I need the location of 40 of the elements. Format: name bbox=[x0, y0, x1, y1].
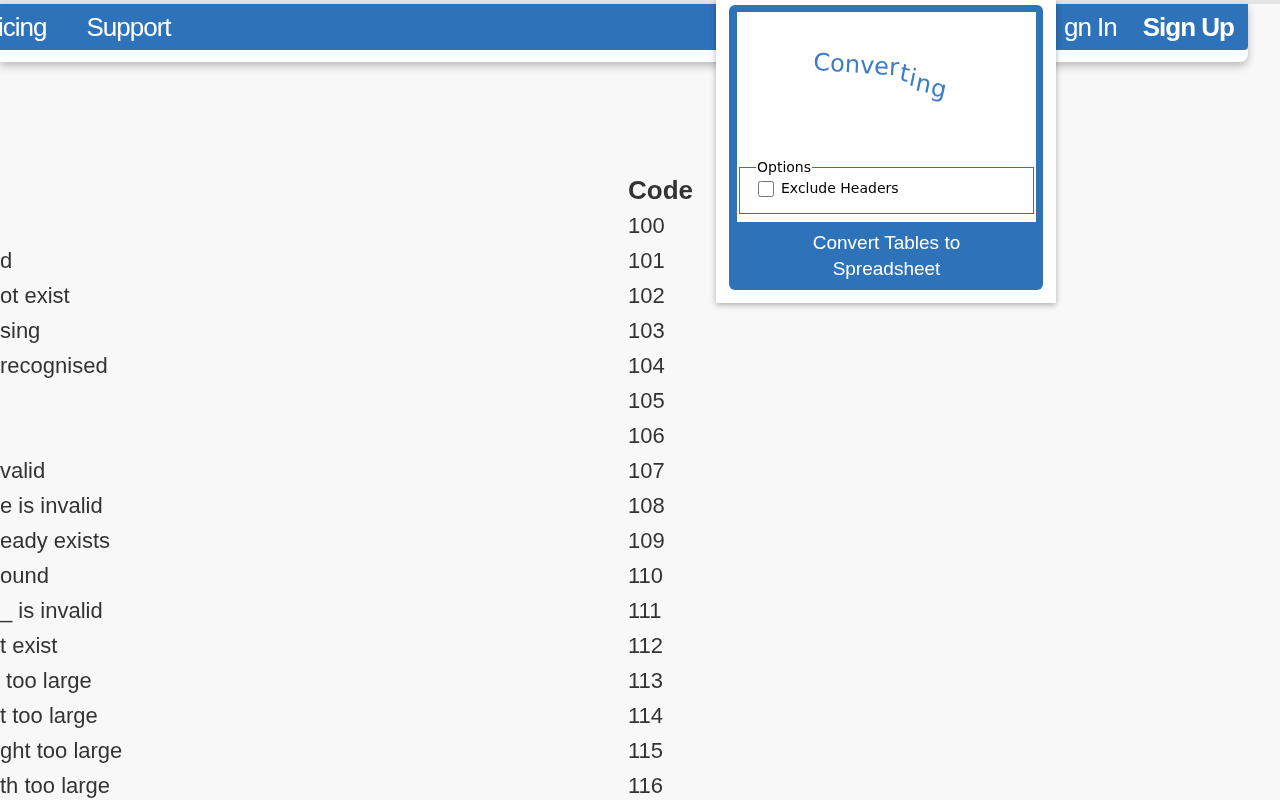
table-cell-text: th too large bbox=[0, 772, 111, 800]
nav-link[interactable]: Support bbox=[86, 7, 171, 47]
table-cell-text: sing bbox=[0, 317, 41, 345]
nav-link[interactable]: Sign Up bbox=[1142, 7, 1234, 47]
table-cell-text: _ is invalid bbox=[0, 597, 103, 625]
table-cell-text: 102 bbox=[628, 282, 665, 310]
table-cell-text: ot exist bbox=[0, 282, 70, 310]
table-cell-text: recognised bbox=[0, 352, 108, 380]
table-cell-text: 105 bbox=[628, 387, 665, 415]
table-cell-text: d bbox=[0, 247, 13, 275]
table-cell-text: too large bbox=[5, 667, 92, 695]
table-cell-text: 106 bbox=[628, 422, 665, 450]
convert-button[interactable]: Convert Tables to Spreadsheet bbox=[737, 222, 1036, 290]
table-cell-text: 107 bbox=[628, 457, 665, 485]
table-cell-text: 114 bbox=[628, 702, 664, 730]
table-cell-text: ght too large bbox=[0, 737, 123, 765]
nav-link[interactable]: gn In bbox=[1063, 7, 1117, 47]
table-cell-text: eady exists bbox=[0, 527, 111, 555]
table-cell-text: ound bbox=[0, 562, 49, 590]
table-cell-text: 101 bbox=[628, 247, 665, 275]
table-cell-text: 116 bbox=[628, 772, 664, 800]
table-cell-text: 108 bbox=[628, 492, 665, 520]
table-cell-text: 111 bbox=[628, 597, 662, 625]
table-cell-text: 115 bbox=[628, 737, 664, 765]
table-cell-text: valid bbox=[0, 457, 46, 485]
table-cell-text: 112 bbox=[628, 632, 664, 660]
nav-link[interactable]: icing bbox=[0, 7, 47, 47]
checkbox[interactable] bbox=[758, 180, 774, 197]
table-cell-text: 109 bbox=[628, 527, 665, 555]
table-cell-text: 103 bbox=[628, 317, 665, 345]
table-cell-text: 110 bbox=[628, 562, 664, 590]
options-legend: Options bbox=[756, 157, 813, 178]
table-cell-text: 104 bbox=[628, 352, 665, 380]
checkbox-label: Exclude Headers bbox=[781, 179, 899, 198]
table-cell-text: 100 bbox=[628, 212, 665, 240]
table-cell-text: t exist bbox=[0, 632, 58, 660]
table-cell-text: e is invalid bbox=[0, 492, 103, 520]
table-cell-text: 113 bbox=[628, 667, 664, 695]
column-header: Code bbox=[628, 173, 693, 207]
table-cell-text: t too large bbox=[0, 702, 98, 730]
